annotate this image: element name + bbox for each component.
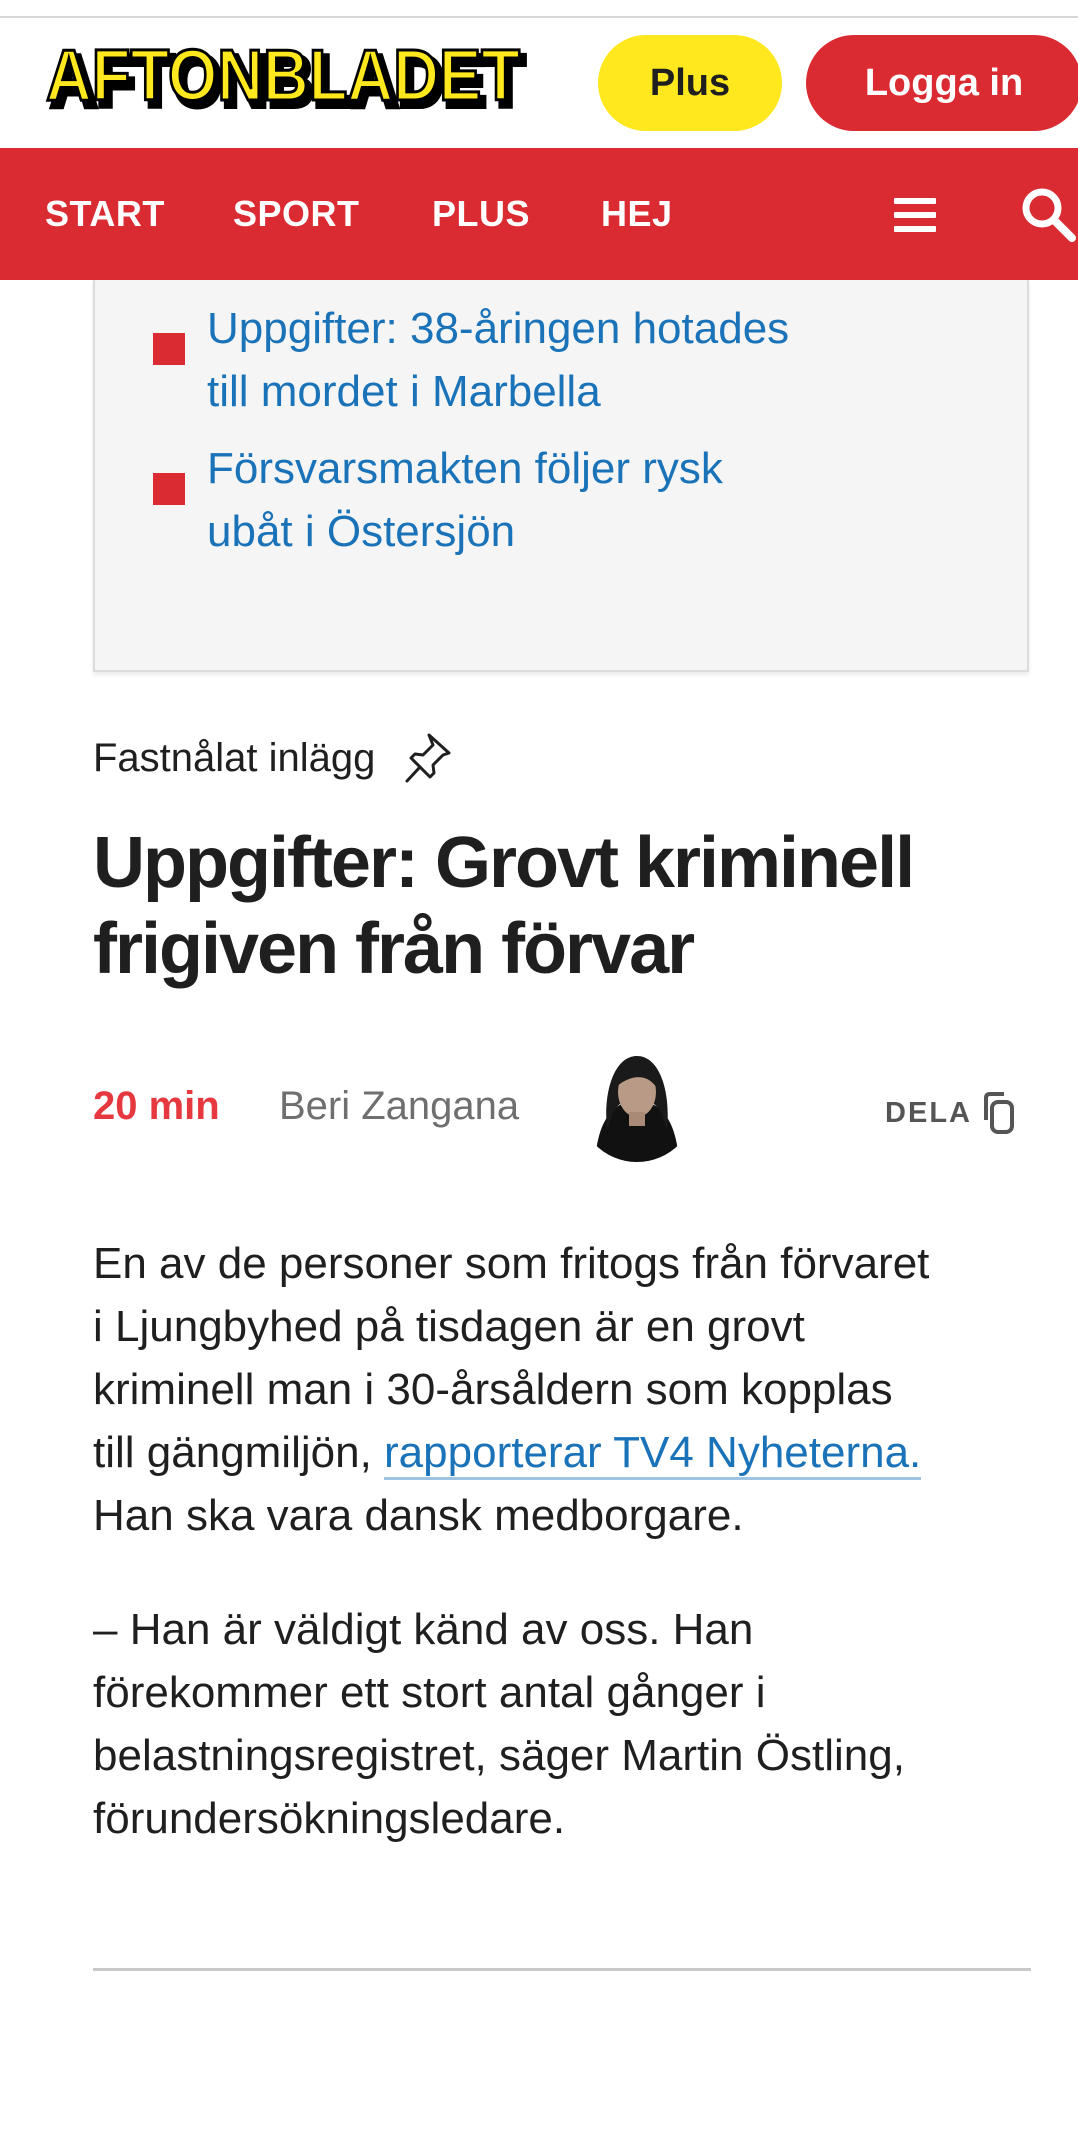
copy-icon — [984, 1092, 1014, 1134]
article-quote-paragraph: – Han är väldigt känd av oss. Han föreko… — [93, 1605, 905, 1843]
related-links-box: Uppgifter: 38-åringen hotades till morde… — [93, 280, 1029, 672]
related-item[interactable]: Försvarsmakten följer rysk ubåt i Östers… — [153, 437, 927, 563]
login-button[interactable]: Logga in — [806, 35, 1078, 131]
aftonbladet-logo[interactable]: AFTONBLADET AFTONBLADET — [44, 40, 534, 120]
tv4-source-link[interactable]: rapporterar TV4 Nyheterna. — [384, 1428, 922, 1480]
related-item[interactable]: Uppgifter: 38-åringen hotades till morde… — [153, 297, 927, 423]
share-label: DELA — [885, 1096, 972, 1129]
publish-time: 20 min — [93, 1084, 220, 1128]
svg-text:AFTONBLADET: AFTONBLADET — [46, 40, 520, 116]
nav-item-plus[interactable]: PLUS — [432, 148, 530, 280]
section-divider — [93, 1968, 1031, 1971]
pinned-label: Fastnålat inlägg — [93, 735, 376, 780]
bullet-square-icon — [153, 333, 185, 365]
pushpin-icon — [405, 733, 451, 783]
article-meta: 20 min Beri Zangana DELA — [93, 1040, 1028, 1170]
main-nav: START SPORT PLUS HEJ — [0, 148, 1078, 280]
nav-item-sport[interactable]: SPORT — [233, 148, 360, 280]
search-icon[interactable] — [1020, 186, 1078, 244]
plus-button[interactable]: Plus — [598, 35, 782, 131]
pinned-indicator: Fastnålat inlägg — [93, 728, 453, 788]
share-button[interactable]: DELA — [885, 1088, 1018, 1138]
author-name[interactable]: Beri Zangana — [279, 1084, 519, 1129]
article-paragraph: En av de personer som fritogs från förva… — [93, 1239, 930, 1540]
hamburger-menu-icon[interactable] — [894, 198, 936, 232]
nav-item-start[interactable]: START — [45, 148, 165, 280]
author-avatar[interactable] — [577, 1040, 697, 1162]
top-strip — [0, 0, 1078, 18]
bullet-square-icon — [153, 473, 185, 505]
site-header: AFTONBLADET AFTONBLADET Plus Logga in — [0, 18, 1078, 148]
nav-item-hej[interactable]: HEJ — [601, 148, 673, 280]
related-link[interactable]: Försvarsmakten följer rysk ubåt i Östers… — [207, 437, 927, 563]
related-link[interactable]: Uppgifter: 38-åringen hotades till morde… — [207, 297, 927, 423]
article-headline: Uppgifter: Grovt kriminell frigiven från… — [93, 823, 915, 989]
